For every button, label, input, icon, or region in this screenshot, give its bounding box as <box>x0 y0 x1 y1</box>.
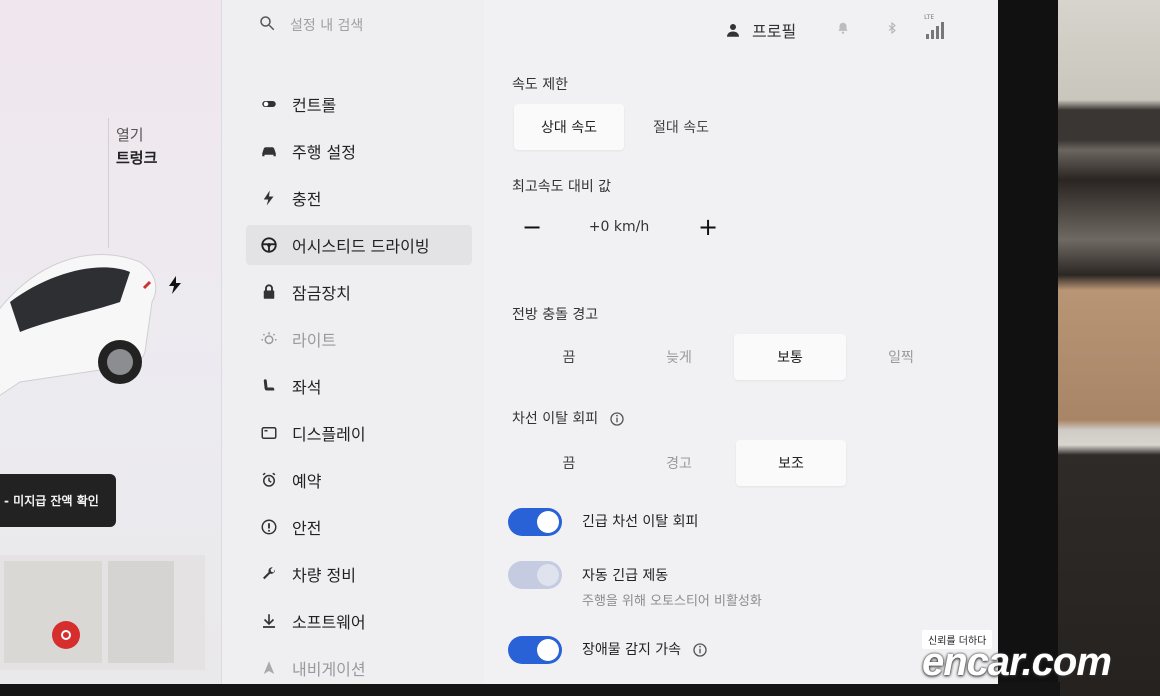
menu-item-display[interactable]: 디스플레이 <box>246 413 472 453</box>
dashcam-icon <box>61 630 71 640</box>
steering-wheel-icon <box>258 234 280 256</box>
alarm-icon <box>258 469 280 491</box>
status-bar: 프로필 LTE <box>724 14 946 42</box>
alert-text: - 미지급 잔액 확인 <box>4 494 99 508</box>
toggle-knob <box>537 511 559 533</box>
menu-item-locks[interactable]: 잠금장치 <box>246 272 472 312</box>
menu-item-label: 안전 <box>292 519 322 538</box>
search-icon <box>258 14 276 36</box>
ldw-option-warning[interactable]: 경고 <box>624 440 734 486</box>
ldw-option-assist[interactable]: 보조 <box>736 440 846 486</box>
wrench-icon <box>258 563 280 585</box>
bell-icon[interactable] <box>836 20 850 40</box>
menu-item-controls[interactable]: 컨트롤 <box>246 84 472 124</box>
menu-item-label: 잠금장치 <box>292 284 351 303</box>
vehicle-image <box>0 254 157 396</box>
profile-icon[interactable] <box>724 21 742 39</box>
menu-item-software[interactable]: 소프트웨어 <box>246 601 472 641</box>
fcw-option-normal[interactable]: 보통 <box>734 334 846 380</box>
forward-collision-title: 전방 충돌 경고 <box>512 307 599 323</box>
info-circle-icon <box>258 516 280 538</box>
trunk-divider <box>108 118 109 248</box>
speed-offset-value: +0 km/h <box>588 219 650 235</box>
download-icon <box>258 610 280 632</box>
menu-item-label: 좌석 <box>292 378 322 397</box>
trunk-open-label[interactable]: 열기 <box>116 124 144 145</box>
automatic-emergency-braking-label: 자동 긴급 제동 <box>582 568 669 584</box>
light-icon <box>258 328 280 350</box>
toggle-icon <box>258 93 280 115</box>
menu-item-seats[interactable]: 좌석 <box>246 366 472 406</box>
camera-thumbnail[interactable] <box>108 561 174 663</box>
info-icon[interactable] <box>692 642 708 658</box>
watermark-logo: encar.com <box>922 640 1112 684</box>
menu-item-label: 차량 정비 <box>292 566 356 585</box>
lane-departure-title: 차선 이탈 회피 <box>512 408 625 428</box>
menu-item-label: 내비게이션 <box>292 660 366 679</box>
menu-item-driving[interactable]: 주행 설정 <box>246 131 472 171</box>
obstacle-aware-acceleration-label: 장애물 감지 가속 <box>582 642 682 658</box>
bolt-icon <box>258 187 280 209</box>
menu-item-label: 어시스티드 드라이빙 <box>292 237 430 256</box>
menu-item-safety[interactable]: 안전 <box>246 507 472 547</box>
display-icon <box>258 422 280 444</box>
speed-offset-title: 최고속도 대비 값 <box>512 179 612 195</box>
menu-item-label: 디스플레이 <box>292 425 366 444</box>
fcw-option-late[interactable]: 늦게 <box>624 334 734 380</box>
menu-item-label: 라이트 <box>292 331 337 350</box>
screen-bezel-bottom <box>0 682 1060 696</box>
emergency-lane-avoidance-toggle[interactable] <box>508 508 562 536</box>
ldw-option-off[interactable]: 끔 <box>514 440 624 486</box>
emergency-lane-avoidance-label: 긴급 차선 이탈 회피 <box>582 514 699 530</box>
speed-offset-stepper: − +0 km/h + <box>512 204 726 250</box>
automatic-emergency-braking-toggle[interactable] <box>508 561 562 589</box>
menu-item-label: 충전 <box>292 190 322 209</box>
decrease-button[interactable]: − <box>512 204 552 250</box>
trunk-button[interactable]: 트렁크 <box>116 147 157 168</box>
menu-item-navigation[interactable]: 내비게이션 <box>246 648 472 684</box>
menu-item-lights[interactable]: 라이트 <box>246 319 472 359</box>
network-type-label: LTE <box>924 14 935 21</box>
navigation-icon <box>258 657 280 679</box>
camera-thumbnails <box>0 555 205 670</box>
obstacle-aware-acceleration-toggle[interactable] <box>508 636 562 664</box>
screen-bezel <box>996 0 1058 696</box>
search-input[interactable]: 설정 내 검색 <box>290 15 363 35</box>
camera-thumbnail[interactable] <box>4 561 102 663</box>
toggle-knob <box>537 564 559 586</box>
search-bar[interactable]: 설정 내 검색 <box>258 14 363 36</box>
menu-item-charging[interactable]: 충전 <box>246 178 472 218</box>
menu-item-service[interactable]: 차량 정비 <box>246 554 472 594</box>
speed-limit-option-relative[interactable]: 상대 속도 <box>514 104 624 150</box>
menu-item-assisted-driving[interactable]: 어시스티드 드라이빙 <box>246 225 472 265</box>
menu-item-label: 소프트웨어 <box>292 613 366 632</box>
seat-icon <box>258 375 280 397</box>
profile-button[interactable]: 프로필 <box>752 18 796 42</box>
obstacle-aware-acceleration-row: 장애물 감지 가속 <box>582 639 708 659</box>
charging-bolt-icon <box>169 276 181 294</box>
fcw-option-off[interactable]: 끔 <box>514 334 624 380</box>
bluetooth-icon[interactable] <box>886 20 898 40</box>
automatic-emergency-braking-sublabel: 주행을 위해 오토스티어 비활성화 <box>582 594 762 609</box>
speed-limit-option-absolute[interactable]: 절대 속도 <box>624 104 738 150</box>
info-icon[interactable] <box>609 411 625 427</box>
lock-icon <box>258 281 280 303</box>
record-button[interactable] <box>52 621 80 649</box>
menu-item-schedule[interactable]: 예약 <box>246 460 472 500</box>
lane-departure-title-text: 차선 이탈 회피 <box>512 411 599 427</box>
menu-item-label: 예약 <box>292 472 322 491</box>
increase-button[interactable]: + <box>688 204 728 250</box>
menu-item-label: 컨트롤 <box>292 96 337 115</box>
fcw-option-early[interactable]: 일찍 <box>846 334 956 380</box>
cellular-signal-icon: LTE <box>924 14 946 40</box>
menu-item-label: 주행 설정 <box>292 143 356 162</box>
toggle-knob <box>537 639 559 661</box>
touchscreen: 설정 내 검색 프로필 LTE 열기 트렁크 - 미지급 잔액 확인 컨트롤 주… <box>0 0 998 684</box>
car-icon <box>258 140 280 162</box>
balance-alert-card[interactable]: - 미지급 잔액 확인 <box>0 474 116 527</box>
speed-limit-title: 속도 제한 <box>512 77 568 93</box>
